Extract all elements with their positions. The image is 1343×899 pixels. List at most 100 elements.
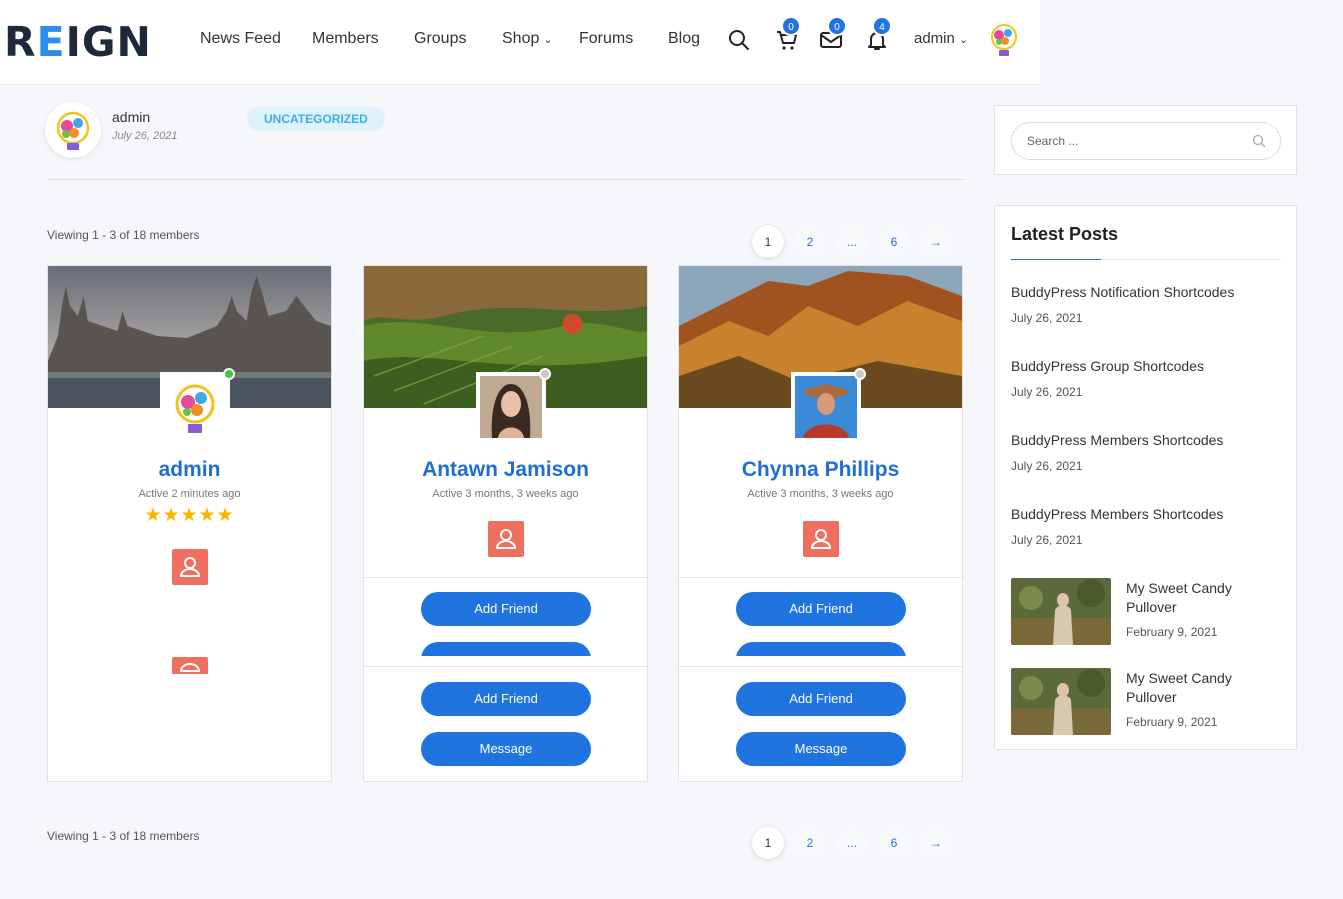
search-icon[interactable] bbox=[727, 28, 751, 52]
message-button[interactable]: Message bbox=[736, 732, 906, 766]
member-avatar[interactable] bbox=[160, 372, 230, 442]
post-link[interactable]: BuddyPress Notification Shortcodes bbox=[1011, 284, 1234, 300]
view-profile-button[interactable] bbox=[172, 657, 208, 674]
widget-title-underline bbox=[1011, 259, 1281, 260]
post-link[interactable]: BuddyPress Members Shortcodes bbox=[1011, 432, 1223, 448]
post-date: July 26, 2021 bbox=[112, 130, 178, 142]
post-author[interactable]: admin bbox=[112, 109, 150, 125]
member-avatar[interactable] bbox=[476, 372, 546, 442]
viewing-count-top: Viewing 1 - 3 of 18 members bbox=[47, 228, 200, 242]
page-6[interactable]: 6 bbox=[878, 226, 910, 258]
post-link[interactable]: BuddyPress Members Shortcodes bbox=[1011, 506, 1223, 522]
clipped-buttons bbox=[679, 642, 962, 656]
viewing-count-bottom: Viewing 1 - 3 of 18 members bbox=[47, 829, 200, 843]
lightbulb-logo-icon bbox=[56, 111, 90, 150]
latest-posts-widget: Latest Posts BuddyPress Notification Sho… bbox=[994, 205, 1297, 750]
search-input[interactable]: Search ... bbox=[1011, 122, 1281, 160]
divider bbox=[364, 577, 647, 578]
page-next[interactable]: → bbox=[920, 827, 952, 859]
member-card: Chynna Phillips Active 3 months, 3 weeks… bbox=[678, 265, 963, 782]
divider bbox=[679, 577, 962, 578]
post-date: July 26, 2021 bbox=[1011, 459, 1083, 473]
nav-forums[interactable]: Forums bbox=[579, 30, 633, 48]
member-name[interactable]: Chynna Phillips bbox=[679, 458, 962, 482]
author-avatar[interactable] bbox=[45, 102, 101, 158]
nav-news-feed[interactable]: News Feed bbox=[200, 30, 281, 48]
pagination-bottom: 1 2 ... 6 → bbox=[752, 827, 952, 859]
nav-shop[interactable]: Shop ⌄ bbox=[502, 30, 553, 48]
view-profile-button[interactable] bbox=[488, 521, 524, 557]
clipped-buttons bbox=[364, 642, 647, 656]
add-friend-button[interactable]: Add Friend bbox=[736, 592, 906, 626]
member-card: Antawn Jamison Active 3 months, 3 weeks … bbox=[363, 265, 648, 782]
view-profile-button[interactable] bbox=[172, 549, 208, 585]
site-header: REIGN News Feed Members Groups Shop ⌄ For… bbox=[0, 0, 1040, 85]
post-link[interactable]: My Sweet Candy Pullover bbox=[1126, 669, 1266, 707]
search-placeholder: Search ... bbox=[1027, 134, 1079, 148]
chevron-down-icon: ⌄ bbox=[543, 34, 553, 46]
member-avatar[interactable] bbox=[791, 372, 861, 442]
lightbulb-logo-icon bbox=[175, 384, 215, 433]
post-date: July 26, 2021 bbox=[1011, 533, 1083, 547]
message-button[interactable] bbox=[736, 642, 906, 656]
page-2[interactable]: 2 bbox=[794, 827, 826, 859]
site-logo[interactable]: REIGN bbox=[4, 18, 152, 66]
post-thumbnail-image bbox=[1011, 668, 1111, 735]
user-icon bbox=[179, 663, 201, 672]
page-2[interactable]: 2 bbox=[794, 226, 826, 258]
user-icon bbox=[495, 529, 517, 549]
post-thumbnail-image bbox=[1011, 578, 1111, 645]
message-button[interactable] bbox=[421, 642, 591, 656]
clipped-profile-button bbox=[48, 657, 331, 674]
page-6[interactable]: 6 bbox=[878, 827, 910, 859]
member-photo bbox=[480, 376, 542, 438]
user-avatar[interactable] bbox=[988, 22, 1020, 60]
nav-blog[interactable]: Blog bbox=[668, 30, 700, 48]
post-link[interactable]: My Sweet Candy Pullover bbox=[1126, 579, 1266, 617]
user-name: admin bbox=[914, 30, 955, 47]
post-thumbnail[interactable] bbox=[1011, 578, 1111, 645]
post-link[interactable]: BuddyPress Group Shortcodes bbox=[1011, 358, 1204, 374]
post-date: July 26, 2021 bbox=[1011, 385, 1083, 399]
pagination-top: 1 2 ... 6 → bbox=[752, 226, 952, 258]
member-name[interactable]: Antawn Jamison bbox=[364, 458, 647, 482]
page-ellipsis: ... bbox=[836, 226, 868, 258]
offline-status-dot bbox=[539, 368, 551, 380]
underline-accent bbox=[1011, 259, 1101, 260]
member-rating: ★★★★★ bbox=[144, 505, 235, 526]
message-button[interactable]: Message bbox=[421, 732, 591, 766]
member-photo bbox=[795, 376, 857, 438]
messages-count-badge: 0 bbox=[827, 16, 847, 36]
user-icon bbox=[810, 529, 832, 549]
add-friend-button[interactable]: Add Friend bbox=[421, 682, 591, 716]
post-date: July 26, 2021 bbox=[1011, 311, 1083, 325]
post-date: February 9, 2021 bbox=[1126, 715, 1218, 729]
post-thumbnail[interactable] bbox=[1011, 668, 1111, 735]
user-menu[interactable]: admin ⌄ bbox=[914, 30, 968, 47]
page-1[interactable]: 1 bbox=[752, 827, 784, 859]
member-last-active: Active 2 minutes ago bbox=[138, 488, 241, 500]
view-profile-button[interactable] bbox=[803, 521, 839, 557]
widget-title: Latest Posts bbox=[1011, 224, 1119, 244]
add-friend-button[interactable]: Add Friend bbox=[736, 682, 906, 716]
member-name[interactable]: admin bbox=[48, 458, 331, 482]
post-date: February 9, 2021 bbox=[1126, 625, 1218, 639]
notifications-count-badge: 4 bbox=[872, 16, 892, 36]
divider bbox=[364, 666, 647, 667]
offline-status-dot bbox=[854, 368, 866, 380]
nav-members[interactable]: Members bbox=[312, 30, 379, 48]
divider bbox=[679, 666, 962, 667]
search-icon[interactable] bbox=[1252, 134, 1266, 148]
add-friend-button[interactable]: Add Friend bbox=[421, 592, 591, 626]
page-1[interactable]: 1 bbox=[752, 226, 784, 258]
member-card: admin Active 2 minutes ago ★★★★★ bbox=[47, 265, 332, 782]
nav-shop-label: Shop bbox=[502, 30, 540, 47]
user-icon bbox=[179, 557, 201, 577]
cart-count-badge: 0 bbox=[781, 16, 801, 36]
nav-groups[interactable]: Groups bbox=[414, 30, 466, 48]
category-pill[interactable]: Uncategorized bbox=[247, 107, 385, 131]
divider bbox=[47, 179, 964, 180]
member-last-active: Active 3 months, 3 weeks ago bbox=[432, 488, 579, 500]
page-next[interactable]: → bbox=[920, 226, 952, 258]
chevron-down-icon: ⌄ bbox=[959, 34, 969, 46]
